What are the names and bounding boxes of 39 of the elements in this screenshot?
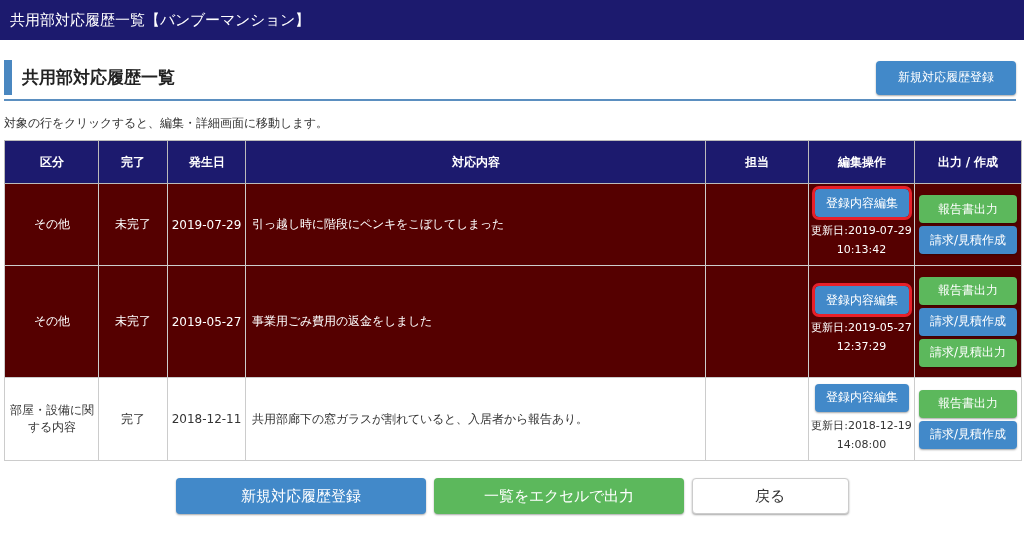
- output-button[interactable]: 請求/見積作成: [919, 307, 1017, 336]
- column-header: 対応内容: [245, 140, 706, 184]
- updated-date: 更新日:2019-07-29 10:13:42: [811, 223, 912, 258]
- output-button[interactable]: 報告書出力: [919, 195, 1017, 223]
- output-button[interactable]: 報告書出力: [919, 276, 1017, 305]
- table-cell: その他: [4, 265, 99, 378]
- new-record-button[interactable]: 新規対応履歴登録: [876, 60, 1016, 95]
- column-header: 発生日: [167, 140, 246, 184]
- updated-date: 更新日:2018-12-19 14:08:00: [811, 417, 912, 453]
- table-cell: 部屋・設備に関する内容: [4, 377, 99, 461]
- table-cell: 引っ越し時に階段にペンキをこぼしてしまった: [245, 183, 706, 266]
- table-cell: その他: [4, 183, 99, 266]
- column-header: 担当: [705, 140, 809, 184]
- column-header: 出力 / 作成: [914, 140, 1022, 184]
- output-button[interactable]: 報告書出力: [919, 389, 1017, 418]
- edit-button[interactable]: 登録内容編集: [814, 286, 909, 315]
- table-cell: 完了: [98, 377, 168, 461]
- table-cell: 2019-05-27: [167, 265, 246, 378]
- output-button[interactable]: 請求/見積出力: [919, 338, 1017, 367]
- output-button[interactable]: 請求/見積作成: [919, 226, 1017, 254]
- column-header: 区分: [4, 140, 99, 184]
- table-cell: 共用部廊下の窓ガラスが割れていると、入居者から報告あり。: [245, 377, 706, 461]
- output-button[interactable]: 請求/見積作成: [919, 420, 1017, 449]
- updated-date: 更新日:2019-05-27 12:37:29: [811, 320, 912, 355]
- footer-button[interactable]: 戻る: [691, 478, 849, 514]
- table-cell: 2018-12-11: [167, 377, 246, 461]
- table-cell: 未完了: [98, 183, 168, 266]
- table-cell: 2019-07-29: [167, 183, 246, 266]
- table-cell: 未完了: [98, 265, 168, 378]
- section-title: 共用部対応履歴一覧: [4, 60, 185, 95]
- column-header: 編集操作: [808, 140, 915, 184]
- footer-button[interactable]: 一覧をエクセルで出力: [433, 478, 684, 514]
- footer-button[interactable]: 新規対応履歴登録: [175, 478, 426, 514]
- table-cell: 事業用ごみ費用の返金をしました: [245, 265, 706, 378]
- column-header: 完了: [98, 140, 168, 184]
- edit-button[interactable]: 登録内容編集: [814, 189, 909, 218]
- edit-button[interactable]: 登録内容編集: [814, 383, 909, 412]
- window-title: 共用部対応履歴一覧【バンブーマンション】: [0, 0, 1024, 40]
- instruction-text: 対象の行をクリックすると、編集・詳細画面に移動します。: [4, 115, 329, 132]
